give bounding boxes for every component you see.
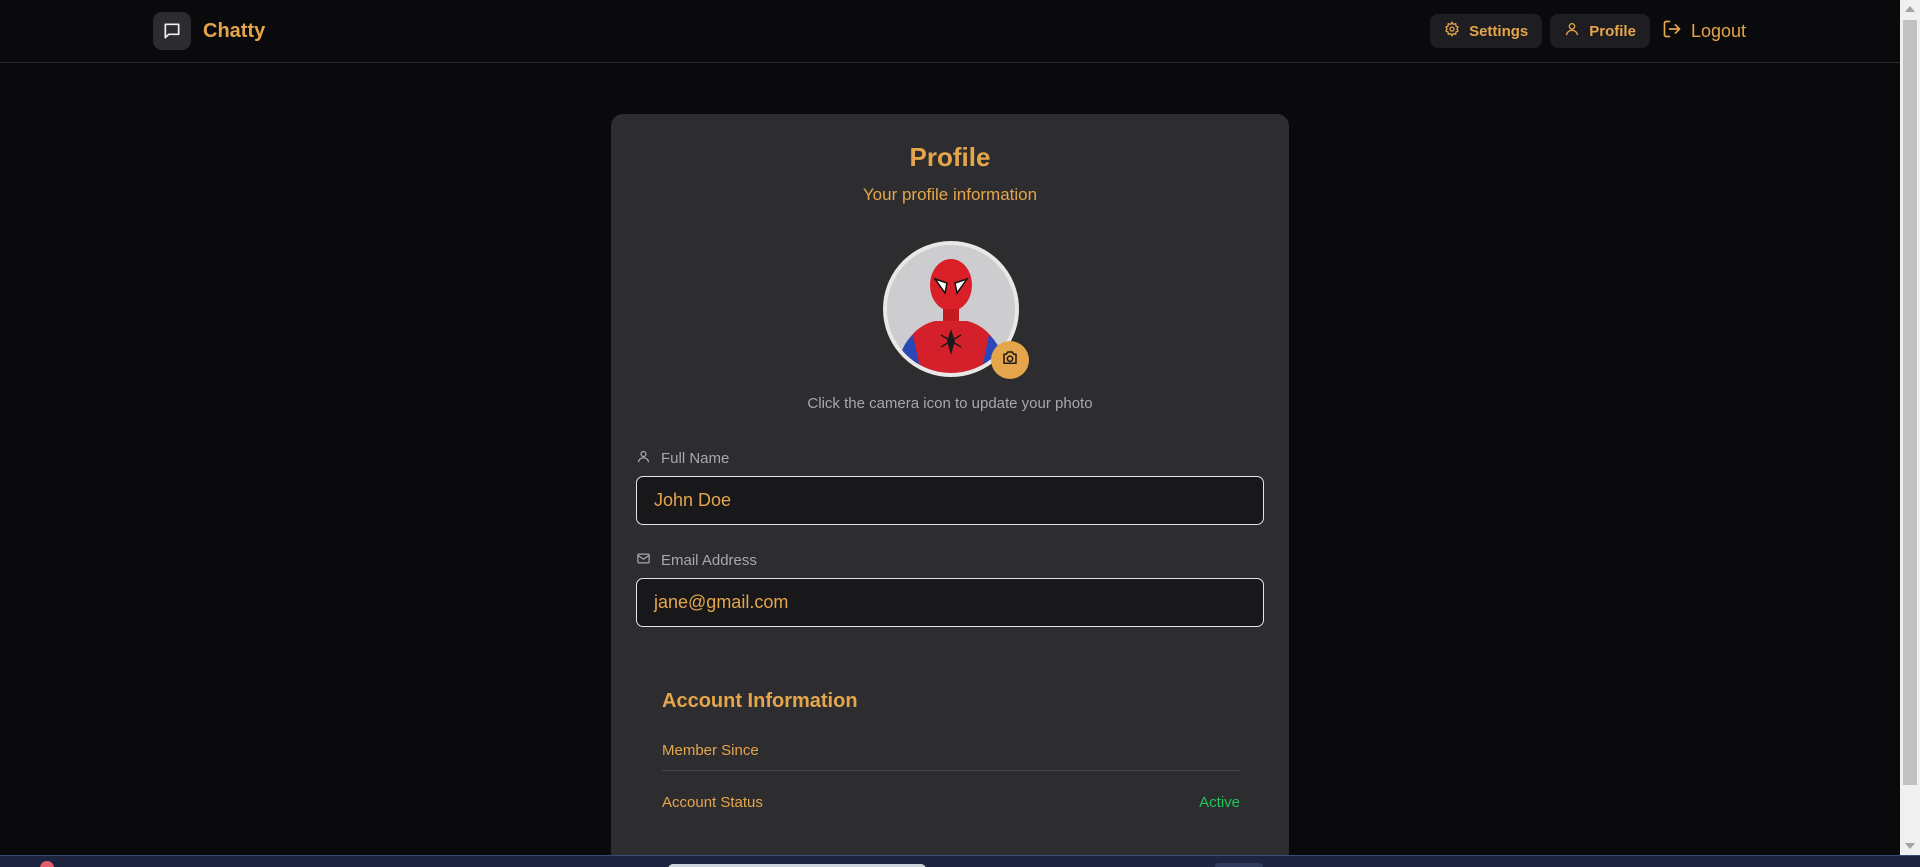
camera-upload-button[interactable]: [991, 341, 1029, 379]
scroll-down-arrow-icon[interactable]: [1905, 843, 1915, 849]
account-status-row: Account Status Active: [662, 794, 1240, 811]
email-value: jane@gmail.com: [654, 592, 789, 612]
email-label: Email Address: [636, 551, 757, 570]
taskbar-app-icon[interactable]: [1215, 863, 1263, 867]
taskbar-app-icon[interactable]: [40, 861, 54, 867]
email-field[interactable]: jane@gmail.com: [636, 578, 1264, 627]
logout-label: Logout: [1690, 20, 1746, 41]
gear-icon: [1444, 21, 1460, 41]
mail-icon: [636, 551, 651, 570]
email-label-text: Email Address: [661, 552, 757, 569]
member-since-label: Member Since: [662, 742, 759, 759]
profile-card: Profile Your profile information Click t…: [611, 114, 1289, 867]
member-since-row: Member Since: [662, 742, 1240, 759]
page-title: Profile: [909, 142, 991, 172]
settings-button[interactable]: Settings: [1430, 14, 1543, 48]
settings-label: Settings: [1469, 22, 1529, 40]
message-square-icon: [153, 12, 191, 50]
camera-icon: [1001, 349, 1019, 372]
os-taskbar: [0, 855, 1920, 867]
full-name-label: Full Name: [636, 449, 729, 468]
profile-label: Profile: [1589, 22, 1636, 40]
brand-link[interactable]: Chatty: [153, 12, 265, 50]
user-icon: [636, 449, 651, 468]
profile-button[interactable]: Profile: [1550, 14, 1650, 48]
avatar-hint: Click the camera icon to update your pho…: [807, 395, 1093, 412]
top-navbar: Chatty Settings Profile Logout: [0, 0, 1900, 63]
account-info-title: Account Information: [662, 690, 858, 712]
full-name-value: John Doe: [654, 490, 732, 510]
divider: [662, 770, 1240, 771]
account-status-label: Account Status: [662, 794, 763, 811]
full-name-field[interactable]: John Doe: [636, 476, 1264, 525]
user-icon: [1564, 21, 1580, 41]
full-name-label-text: Full Name: [661, 450, 730, 467]
scrollbar-thumb[interactable]: [1903, 20, 1917, 785]
avatar-container: [883, 241, 1029, 379]
scroll-up-arrow-icon[interactable]: [1905, 6, 1915, 12]
page-subtitle: Your profile information: [862, 185, 1038, 204]
logout-button[interactable]: Logout: [1658, 14, 1750, 48]
logout-icon: [1662, 19, 1682, 44]
vertical-scrollbar[interactable]: [1900, 0, 1920, 855]
status-badge: Active: [1199, 794, 1240, 811]
brand-name: Chatty: [203, 19, 266, 42]
nav-actions: Settings Profile Logout: [1430, 14, 1750, 48]
